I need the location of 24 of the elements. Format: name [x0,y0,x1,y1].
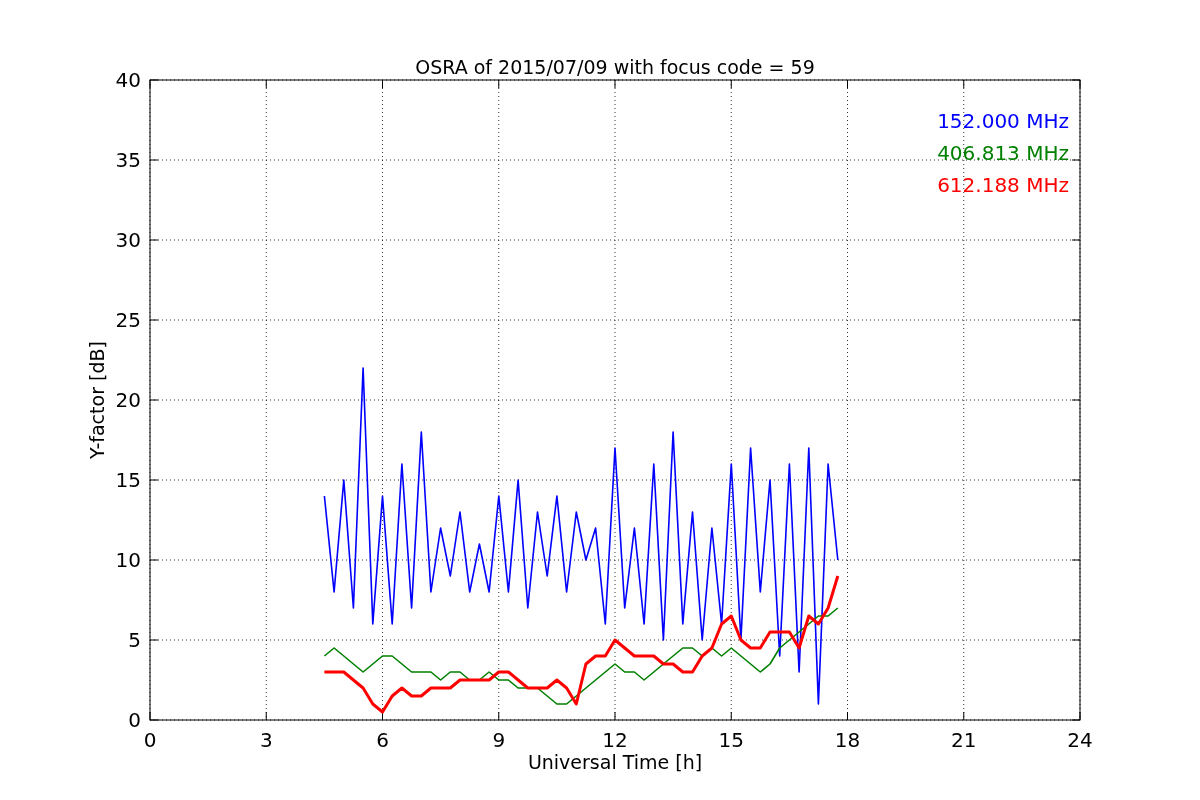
y-tick-label: 0 [128,708,141,732]
x-tick-label: 21 [951,728,977,752]
y-tick-label: 25 [115,308,141,332]
legend-label: 612.188 MHz [937,173,1069,197]
x-tick-label: 12 [602,728,628,752]
y-tick-label: 5 [128,628,141,652]
x-tick-label: 6 [376,728,389,752]
x-tick-label: 0 [143,728,157,752]
x-tick-label: 24 [1067,728,1093,752]
y-tick-label: 15 [115,468,141,492]
y-tick-label: 20 [115,388,141,412]
x-tick-label: 15 [718,728,744,752]
legend-label: 152.000 MHz [937,109,1069,133]
x-tick-label: 9 [492,728,506,752]
x-tick-label: 3 [259,728,273,752]
y-tick-label: 35 [115,148,141,172]
y-tick-label: 30 [115,228,141,252]
y-tick-label: 40 [115,68,141,92]
y-axis-label: Y-factor [dB] [86,341,108,459]
legend-label: 406.813 MHz [937,141,1069,165]
chart-title: OSRA of 2015/07/09 with focus code = 59 [415,56,815,78]
x-tick-label: 18 [834,728,861,752]
y-tick-label: 10 [115,548,141,572]
x-axis-label: Universal Time [h] [527,751,703,773]
